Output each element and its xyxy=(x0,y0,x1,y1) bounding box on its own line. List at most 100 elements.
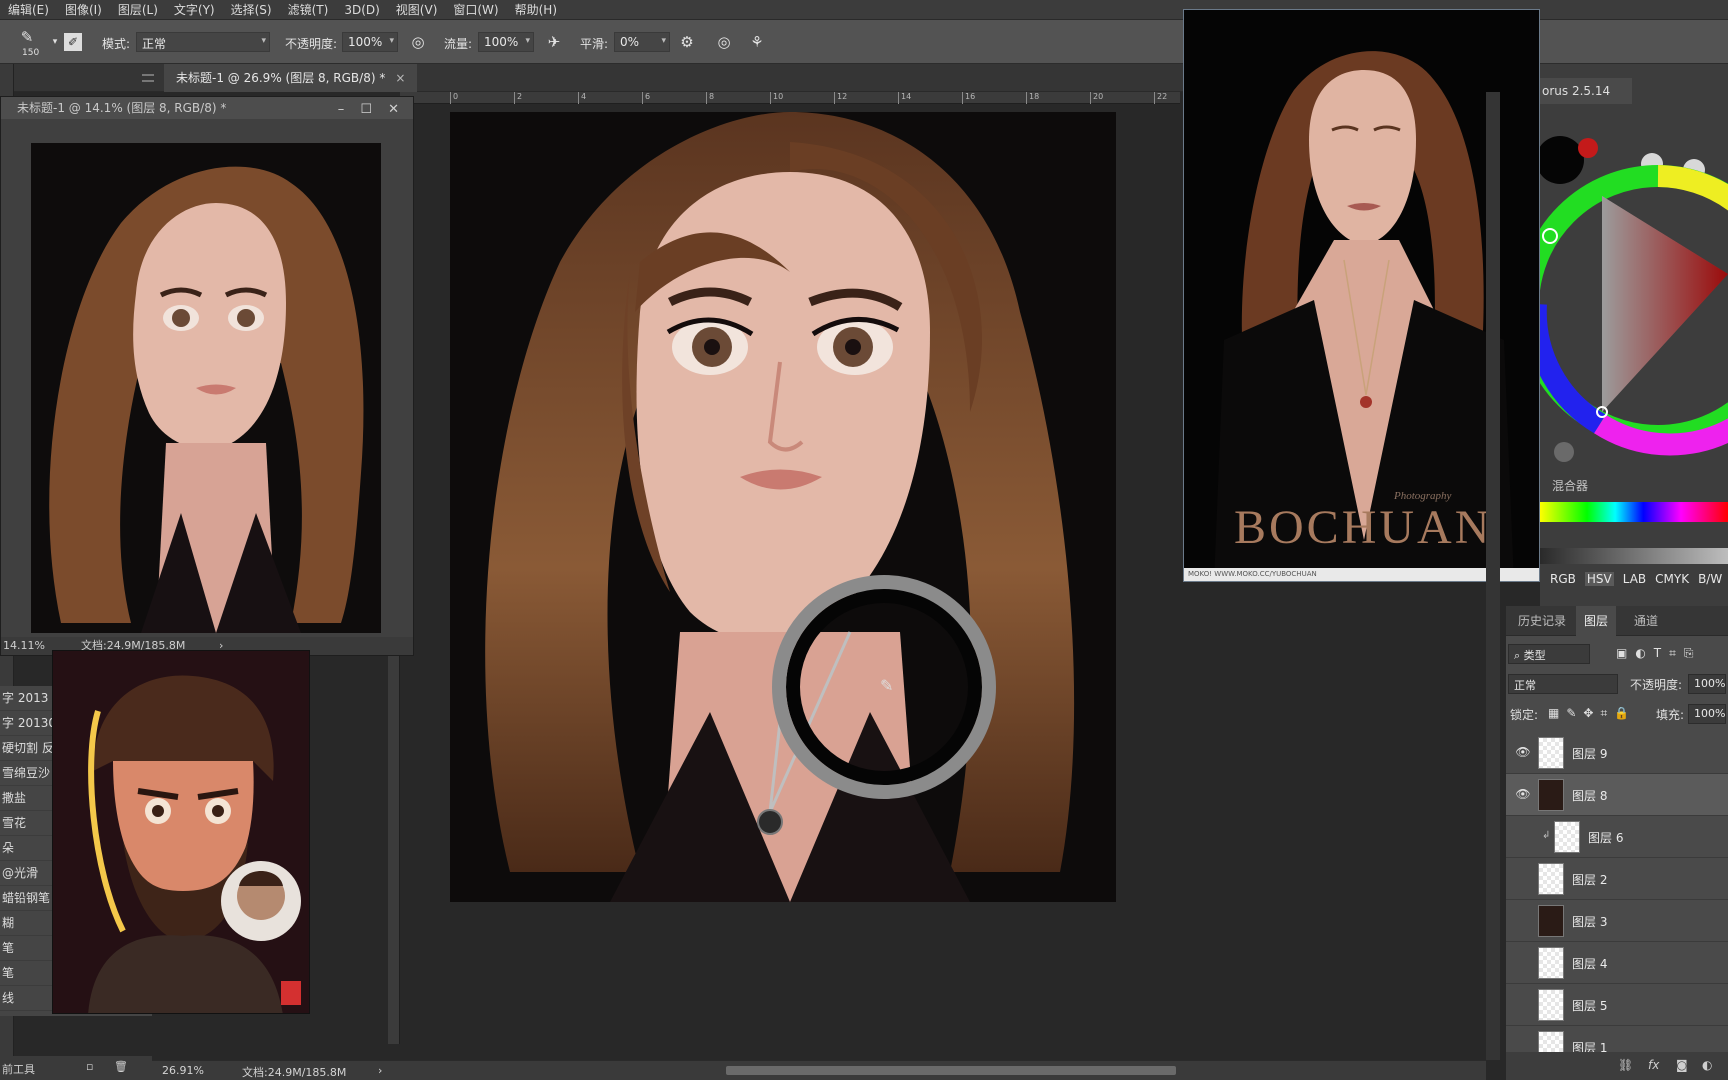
chevron-down-icon: ▾ xyxy=(389,36,394,46)
opacity-label: 不透明度: xyxy=(285,37,338,51)
layer-filter-icons[interactable]: ▣◐T⌗⎘ xyxy=(1616,646,1702,661)
grayscale-strip[interactable] xyxy=(1540,548,1728,564)
gear-icon[interactable]: ⚙ xyxy=(676,31,698,53)
tab-channels[interactable]: 通道 xyxy=(1626,606,1666,636)
chevron-right-icon[interactable]: › xyxy=(378,1064,382,1077)
blend-mode-dropdown[interactable]: 正常 xyxy=(1508,674,1618,694)
menu-view[interactable]: 视图(V) xyxy=(388,1,446,18)
floating-canvas[interactable] xyxy=(31,143,381,633)
layer-row[interactable]: 👁 图层 9 xyxy=(1506,732,1728,774)
panel-grip-icon[interactable] xyxy=(142,74,154,82)
layer-opacity-field[interactable]: 100% xyxy=(1688,674,1726,694)
horizontal-scrollbar[interactable] xyxy=(726,1066,1176,1075)
color-wheel[interactable] xyxy=(1540,104,1728,484)
flow-field[interactable]: 100% ▾ xyxy=(478,32,534,52)
menu-type[interactable]: 文字(Y) xyxy=(166,1,223,18)
pressure-size-icon[interactable]: ◎ xyxy=(713,31,735,53)
main-canvas[interactable] xyxy=(450,112,1116,902)
photo-brand-text: BOCHUAN xyxy=(1234,501,1493,554)
layer-name: 图层 2 xyxy=(1572,873,1608,887)
eye-icon[interactable]: 👁 xyxy=(1514,745,1532,761)
visibility-toggle[interactable] xyxy=(1514,829,1532,845)
color-mode-hsv[interactable]: HSV xyxy=(1584,572,1614,586)
mode-dropdown[interactable]: 正常 ▾ xyxy=(136,32,270,52)
layer-filter-value: 类型 xyxy=(1523,649,1546,662)
link-layers-icon[interactable]: ⛓ xyxy=(1618,1058,1633,1072)
zoom-level[interactable]: 26.91% xyxy=(162,1064,204,1077)
menu-layer[interactable]: 图层(L) xyxy=(110,1,166,18)
menu-window[interactable]: 窗口(W) xyxy=(445,1,506,18)
color-mode-bw[interactable]: B/W xyxy=(1698,572,1722,586)
ruler-tick: 16 xyxy=(962,92,975,104)
visibility-toggle[interactable] xyxy=(1514,955,1532,971)
floating-document-window[interactable]: 未标题-1 @ 14.1% (图层 8, RGB/8) * – ☐ ✕ 14.1… xyxy=(0,96,414,656)
document-tab[interactable]: 未标题-1 @ 26.9% (图层 8, RGB/8) * × xyxy=(164,64,418,92)
adjustment-icon[interactable]: ◐ xyxy=(1702,1058,1712,1072)
blend-mode-value: 正常 xyxy=(1514,679,1536,692)
menu-image[interactable]: 图像(I) xyxy=(57,1,110,18)
airbrush-icon[interactable]: ✈ xyxy=(543,31,565,53)
ruler-tick: 22 xyxy=(1154,92,1167,104)
layer-thumbnail xyxy=(1538,947,1564,979)
layer-thumbnail xyxy=(1538,905,1564,937)
layer-row[interactable]: 图层 2 xyxy=(1506,858,1728,900)
symmetry-icon[interactable]: ⚘ xyxy=(746,31,768,53)
layer-row-selected[interactable]: 👁 图层 8 xyxy=(1506,774,1728,816)
smooth-value: 0% xyxy=(620,35,640,49)
visibility-toggle[interactable] xyxy=(1514,871,1532,887)
doc-size: 文档:24.9M/185.8M xyxy=(242,1066,347,1079)
layer-row[interactable]: 图层 1 xyxy=(1506,1026,1728,1052)
layer-row[interactable]: 图层 3 xyxy=(1506,900,1728,942)
floating-window-title: 未标题-1 @ 14.1% (图层 8, RGB/8) * xyxy=(17,101,227,115)
visibility-toggle[interactable] xyxy=(1514,1039,1532,1052)
layer-row[interactable]: 图层 5 xyxy=(1506,984,1728,1026)
brush-panel-toggle-icon[interactable]: ✐ xyxy=(64,33,82,51)
menu-select[interactable]: 选择(S) xyxy=(223,1,280,18)
portrait-artwork xyxy=(450,112,1116,902)
ruler-tick: 8 xyxy=(706,92,714,104)
color-mode-cmyk[interactable]: CMYK xyxy=(1655,572,1689,586)
layer-controls: ⌕ 类型 ▣◐T⌗⎘ 正常 不透明度: 100% 锁定: ▦✎✥⌗🔒 填充: 1… xyxy=(1506,636,1728,732)
ruler-tick: 18 xyxy=(1026,92,1039,104)
clip-link-icon: ↲ xyxy=(1542,830,1551,841)
layer-name: 图层 4 xyxy=(1572,957,1608,971)
eye-icon[interactable]: 👁 xyxy=(1514,787,1532,803)
visibility-toggle[interactable] xyxy=(1514,913,1532,929)
floating-window-titlebar[interactable]: 未标题-1 @ 14.1% (图层 8, RGB/8) * – ☐ ✕ xyxy=(1,97,413,119)
mask-icon[interactable]: ◙ xyxy=(1676,1058,1688,1072)
tab-layers[interactable]: 图层 xyxy=(1576,606,1617,636)
color-mode-lab[interactable]: LAB xyxy=(1623,572,1646,586)
layer-row[interactable]: 图层 4 xyxy=(1506,942,1728,984)
color-spectrum-bar[interactable] xyxy=(1540,502,1728,522)
layer-thumbnail xyxy=(1538,779,1564,811)
window-controls-icon[interactable]: – ☐ ✕ xyxy=(338,99,399,121)
layer-opacity-label: 不透明度: xyxy=(1630,678,1683,692)
trash-icon[interactable]: 🗑 xyxy=(114,1060,128,1073)
ruler-tick: 6 xyxy=(642,92,650,104)
close-icon[interactable]: × xyxy=(395,71,405,85)
vertical-scrollbar[interactable] xyxy=(1486,92,1500,1060)
menu-filter[interactable]: 滤镜(T) xyxy=(280,1,337,18)
pressure-opacity-icon[interactable]: ◎ xyxy=(407,31,429,53)
fill-field[interactable]: 100% xyxy=(1688,704,1726,724)
menu-help[interactable]: 帮助(H) xyxy=(507,1,565,18)
visibility-toggle[interactable] xyxy=(1514,997,1532,1013)
tab-history[interactable]: 历史记录 xyxy=(1510,606,1574,636)
lock-label: 锁定: xyxy=(1510,708,1539,722)
chevron-down-icon[interactable]: ▾ xyxy=(44,31,66,53)
lock-icons[interactable]: ▦✎✥⌗🔒 xyxy=(1548,706,1636,721)
menu-3d[interactable]: 3D(D) xyxy=(336,3,387,17)
layer-name: 图层 1 xyxy=(1572,1041,1608,1052)
coraltab-panel-tab[interactable]: orus 2.5.14 xyxy=(1540,78,1632,104)
layer-row[interactable]: ↲ 图层 6 xyxy=(1506,816,1728,858)
menu-edit[interactable]: 编辑(E) xyxy=(0,1,57,18)
layer-panel-footer: ⛓ fx ◙ ◐ xyxy=(1506,1052,1728,1080)
color-mode-rgb[interactable]: RGB xyxy=(1550,572,1576,586)
smooth-field[interactable]: 0% ▾ xyxy=(614,32,670,52)
brush-preset-icon[interactable]: ✎ xyxy=(16,26,38,48)
opacity-field[interactable]: 100% ▾ xyxy=(342,32,398,52)
new-preset-icon[interactable]: ▫ xyxy=(86,1060,93,1073)
layer-list: 👁 图层 9 👁 图层 8 ↲ 图层 6 图层 2 图层 3 图层 4 图层 5… xyxy=(1506,732,1728,1052)
fx-icon[interactable]: fx xyxy=(1648,1058,1659,1072)
layer-filter-dropdown[interactable]: ⌕ 类型 xyxy=(1508,644,1590,664)
